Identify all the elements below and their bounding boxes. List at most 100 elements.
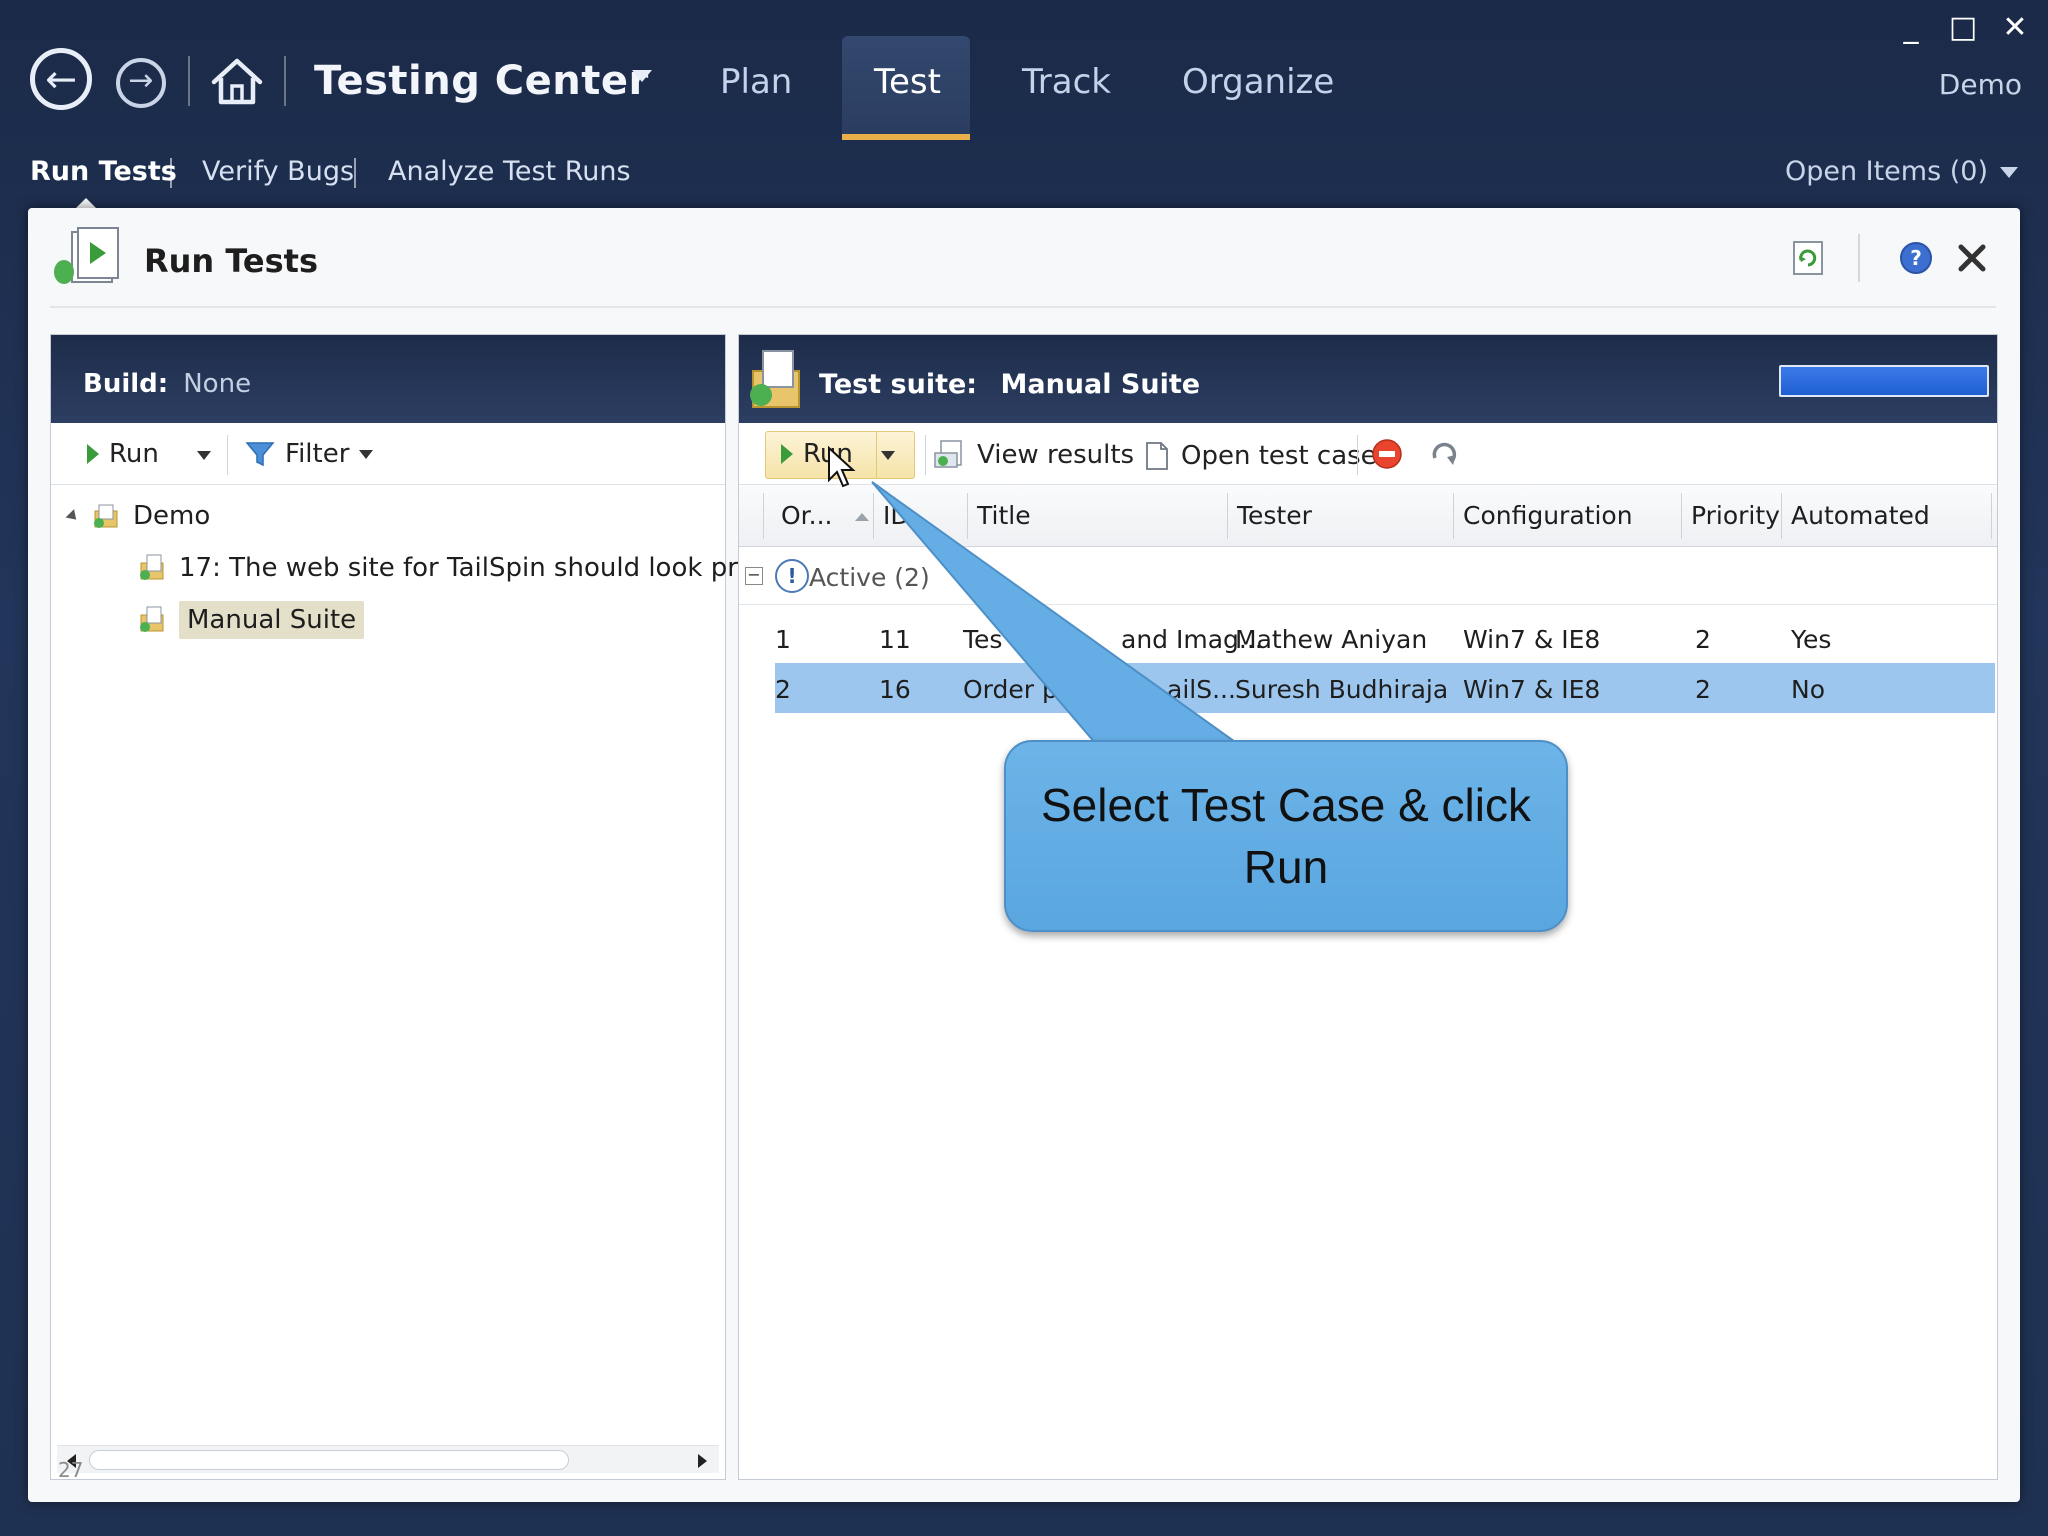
cell-order: 2 [775,675,791,704]
tree-root-demo[interactable]: Demo [65,501,210,531]
test-plan-pane: Build: None Run Filter Demo 17: The web … [50,334,827,1480]
cell-tester: Suresh Budhiraja [1235,675,1449,704]
cell-priority: 2 [1695,625,1711,654]
close-icon[interactable] [1952,238,1992,278]
test-plan-icon [94,504,118,528]
tab-organize[interactable]: Organize [1182,62,1334,102]
subnav-verify-bugs[interactable]: Verify Bugs [202,156,354,187]
progress-bar [1779,365,1989,397]
column-separator [763,493,764,539]
tab-track[interactable]: Track [1022,62,1111,102]
suite-toolbar: Run View results Open test case [739,423,1997,485]
scroll-thumb[interactable] [89,1450,569,1470]
mouse-cursor-icon [828,446,856,488]
reset-icon[interactable] [1427,438,1461,470]
user-name[interactable]: Demo [1939,68,2022,101]
subnav-run-tests[interactable]: Run Tests [30,156,177,187]
tree-item-requirement[interactable]: 17: The web site for TailSpin should loo… [137,553,827,583]
svg-text:?: ? [1910,246,1922,270]
chevron-down-icon [197,451,211,460]
group-label: Active (2) [809,563,930,592]
cell-order: 1 [775,625,791,654]
maximize-icon[interactable]: □ [1948,10,1978,45]
tree-item-label: Manual Suite [179,601,365,639]
column-separator [1781,493,1782,539]
table-row[interactable]: 1 11 Tes and Imag... Mathew Aniyan Win7 … [775,613,1995,663]
close-window-icon[interactable]: ✕ [2000,10,2030,45]
column-separator [1681,493,1682,539]
open-test-case-label: Open test case [1181,441,1377,471]
forward-arrow-icon[interactable]: → [116,58,166,108]
build-label: Build: None [83,369,251,399]
run-split-divider [876,432,877,478]
active-tab-underline [842,134,970,140]
subnav-analyze-test-runs[interactable]: Analyze Test Runs [388,156,631,187]
back-arrow-icon[interactable]: ← [30,48,92,110]
window-controls: _ □ ✕ [1896,10,2030,45]
cell-id: 16 [879,675,911,704]
left-run-dropdown[interactable] [197,451,211,460]
toolbar-separator [1357,435,1358,475]
help-icon[interactable]: ? [1896,238,1936,278]
title-bar: _ □ ✕ ← → Testing Center Plan Test Track… [0,0,2048,140]
open-test-case-button[interactable]: Open test case [1143,439,1377,473]
suite-name: Manual Suite [1000,369,1201,400]
column-order[interactable]: Or... [781,501,869,530]
view-results-button[interactable]: View results [933,439,1134,471]
open-test-case-icon [1146,442,1168,470]
column-priority[interactable]: Priority [1691,501,1780,530]
info-icon: ! [775,559,809,593]
left-toolbar: Run Filter [51,423,725,485]
left-run-button[interactable]: Run [87,439,159,469]
table-row-selected[interactable]: 2 16 Order p ailS... Suresh Budhiraja Wi… [775,663,1995,713]
filter-button[interactable]: Filter [245,439,374,469]
nav-separator [188,56,190,106]
callout-annotation: Select Test Case & click Run [1004,740,1568,932]
scroll-right-icon[interactable] [698,1454,707,1468]
tab-plan[interactable]: Plan [720,62,792,102]
column-title[interactable]: Title [977,501,1031,530]
column-separator [1991,493,1992,539]
cell-title: Tes [963,625,1003,654]
filter-icon [245,442,275,467]
cell-configuration: Win7 & IE8 [1463,625,1601,654]
column-id[interactable]: ID [883,501,910,530]
home-icon[interactable] [210,56,264,106]
test-suite-icon [750,350,800,408]
build-value[interactable]: None [183,369,251,399]
build-label-text: Build: [83,369,169,399]
tab-test[interactable]: Test [874,62,941,102]
subnav-separator [354,158,356,188]
grid-header: Or... ID Title Tester Configuration Prio… [739,485,1997,547]
minimize-icon[interactable]: _ [1896,10,1926,45]
cell-configuration: Win7 & IE8 [1463,675,1601,704]
column-separator [967,493,968,539]
run-dropdown[interactable] [881,451,895,460]
horizontal-scrollbar[interactable] [57,1445,719,1473]
column-separator [1227,493,1228,539]
cell-title-tail: ailS... [1167,675,1236,704]
group-row-active[interactable]: − ! Active (2) [739,547,1997,605]
view-results-icon [934,440,962,468]
slide-number: 27 [58,1458,84,1482]
left-run-label: Run [109,439,159,469]
header-separator [1858,234,1860,282]
run-icon [781,444,793,464]
expand-icon[interactable] [65,508,81,524]
cell-title: Order p [963,675,1058,704]
toolbar-separator [925,435,926,475]
suite-label: Test suite: [819,369,978,400]
collapse-icon[interactable]: − [745,567,763,585]
column-tester[interactable]: Tester [1237,501,1312,530]
stop-icon[interactable] [1371,438,1403,470]
refresh-icon[interactable] [1788,238,1828,278]
requirement-suite-icon [140,554,164,580]
sort-ascending-icon [854,513,869,521]
tree-item-manual-suite[interactable]: Manual Suite [137,601,365,639]
column-separator [1453,493,1454,539]
app-dropdown-icon[interactable] [632,70,652,82]
column-configuration[interactable]: Configuration [1463,501,1633,530]
open-items-dropdown[interactable]: Open Items (0) [1785,156,2018,187]
cell-automated: No [1791,675,1825,704]
column-automated[interactable]: Automated [1791,501,1930,530]
